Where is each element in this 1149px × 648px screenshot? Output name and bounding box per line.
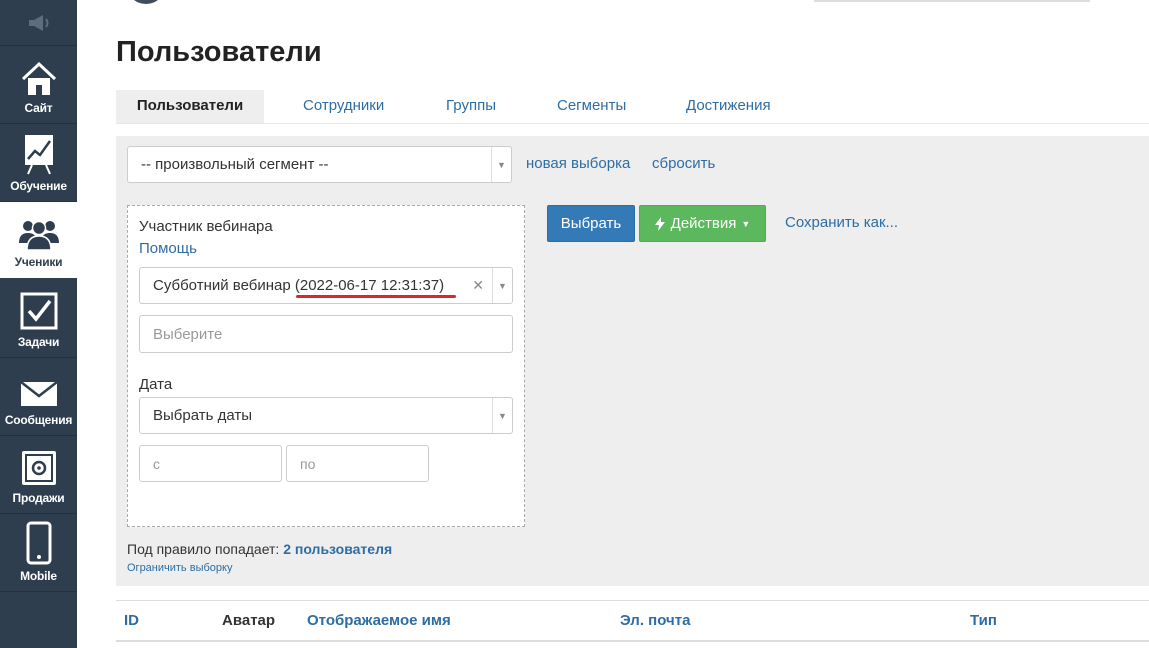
help-link[interactable]: Помощь (139, 240, 197, 257)
sidebar-item-label: Сайт (24, 101, 53, 115)
sidebar-item-messages[interactable]: Сообщения (0, 358, 77, 436)
segment-select-value: -- произвольный сегмент -- (141, 156, 329, 173)
summary-prefix: Под правило попадает: (127, 541, 280, 557)
sidebar-item-label: Обучение (10, 179, 67, 193)
chevron-down-icon: ▼ (491, 147, 511, 182)
date-from-input[interactable]: с (139, 445, 282, 482)
limit-selection-link[interactable]: Ограничить выборку (127, 562, 232, 574)
rule-summary: Под правило попадает: 2 пользователя (127, 541, 392, 557)
tab-users[interactable]: Пользователи (116, 90, 264, 123)
sidebar-item-mobile[interactable]: Mobile (0, 514, 77, 592)
date-select[interactable]: Выбрать даты ▼ (139, 397, 513, 434)
column-type[interactable]: Тип (970, 612, 997, 629)
date-label: Дата (139, 376, 173, 393)
chevron-down-icon: ▼ (492, 268, 512, 303)
segment-select[interactable]: -- произвольный сегмент -- ▼ (127, 146, 512, 183)
tabs-bar: Пользователи Сотрудники Группы Сегменты … (116, 90, 1149, 124)
select-button[interactable]: Выбрать (547, 205, 635, 242)
actions-button-label: Действия (670, 215, 737, 232)
rule-title: Участник вебинара (139, 218, 273, 235)
top-search-field[interactable] (814, 0, 1090, 2)
smartphone-icon (26, 521, 51, 565)
caret-down-icon: ▼ (741, 218, 751, 229)
column-avatar: Аватар (222, 612, 276, 629)
sidebar-item-sales[interactable]: Продажи (0, 436, 77, 514)
sidebar-item-site[interactable]: Сайт (0, 46, 77, 124)
training-chart-icon (24, 135, 53, 175)
column-id[interactable]: ID (124, 612, 139, 629)
home-icon (21, 61, 56, 95)
date-to-input[interactable]: по (286, 445, 429, 482)
choose-placeholder: Выберите (153, 325, 223, 343)
new-selection-link[interactable]: новая выборка (526, 155, 630, 172)
date-select-value: Выбрать даты (153, 407, 253, 424)
sidebar-item-students[interactable]: Ученики (0, 202, 77, 278)
sidebar-top-item[interactable] (0, 0, 77, 46)
column-display-name[interactable]: Отображаемое имя (307, 612, 451, 629)
sidebar-item-label: Ученики (14, 255, 63, 269)
avatar[interactable] (126, 0, 166, 4)
envelope-icon (19, 381, 58, 406)
sidebar-item-training[interactable]: Обучение (0, 124, 77, 202)
reset-link[interactable]: сбросить (652, 155, 715, 172)
column-email[interactable]: Эл. почта (620, 612, 690, 629)
clear-icon[interactable]: ✕ (472, 268, 484, 303)
sidebar: Сайт Обучение Ученики Задачи Сообщения П… (0, 0, 77, 648)
users-table-header: ID Аватар Отображаемое имя Эл. почта Тип (116, 600, 1149, 642)
date-to-placeholder: по (300, 455, 316, 472)
actions-button[interactable]: Действия ▼ (639, 205, 766, 242)
megaphone-icon (28, 14, 48, 31)
tab-groups[interactable]: Группы (446, 90, 496, 123)
highlight-underline (296, 295, 456, 298)
safe-icon (21, 451, 56, 485)
sidebar-item-label: Задачи (17, 335, 60, 349)
save-as-link[interactable]: Сохранить как... (785, 214, 898, 231)
webinar-select[interactable]: Субботний вебинар (2022-06-17 12:31:37) … (139, 267, 513, 304)
webinar-select-value: Субботний вебинар (2022-06-17 12:31:37) (153, 277, 445, 294)
page-title: Пользователи (116, 36, 322, 68)
summary-count-link[interactable]: 2 пользователя (283, 541, 392, 557)
tab-employees[interactable]: Сотрудники (303, 90, 384, 123)
users-icon (18, 220, 59, 251)
sidebar-item-tasks[interactable]: Задачи (0, 278, 77, 358)
choose-input[interactable]: Выберите (139, 315, 513, 353)
sidebar-item-label: Продажи (12, 491, 65, 505)
sidebar-item-label: Сообщения (4, 413, 73, 427)
select-button-label: Выбрать (560, 215, 622, 232)
checkbox-icon (20, 292, 57, 330)
lightning-icon (654, 216, 665, 231)
sidebar-item-label: Mobile (20, 569, 57, 583)
tab-achievements[interactable]: Достижения (686, 90, 771, 123)
tab-segments[interactable]: Сегменты (557, 90, 626, 123)
date-from-placeholder: с (153, 455, 160, 472)
chevron-down-icon: ▼ (492, 398, 512, 433)
